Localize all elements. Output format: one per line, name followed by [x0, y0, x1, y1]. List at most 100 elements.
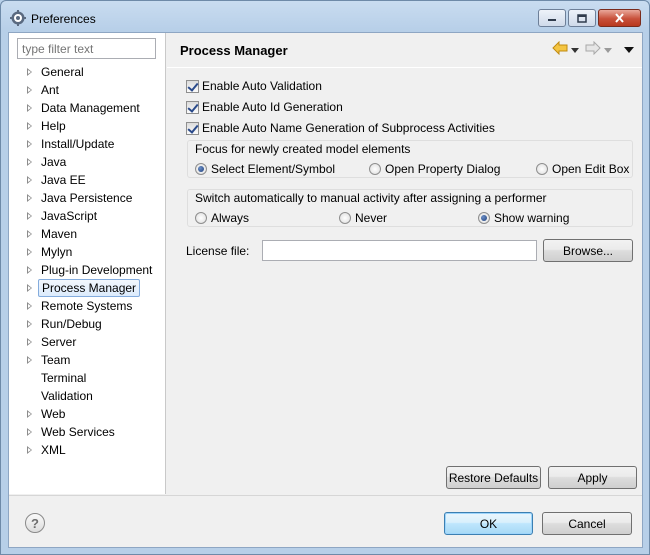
- tree-item[interactable]: Maven: [9, 225, 166, 243]
- tree-item-label: Server: [41, 335, 77, 349]
- filter-input[interactable]: [17, 38, 156, 59]
- tree-item[interactable]: General: [9, 63, 166, 81]
- show-warning-radio[interactable]: [478, 212, 490, 224]
- auto-validation-option[interactable]: Enable Auto Validation: [186, 78, 322, 94]
- tree-item[interactable]: Server: [9, 333, 166, 351]
- forward-dropdown-icon[interactable]: [604, 47, 612, 53]
- tree-item-label: Maven: [41, 227, 78, 241]
- tree-item[interactable]: Help: [9, 117, 166, 135]
- tree-item-label: XML: [41, 443, 66, 457]
- expand-arrow-icon[interactable]: [27, 68, 32, 76]
- tree-item-label: Java Persistence: [41, 191, 133, 205]
- minimize-button[interactable]: [538, 9, 566, 27]
- expand-arrow-icon[interactable]: [27, 410, 32, 418]
- tree-item[interactable]: Terminal: [9, 369, 166, 387]
- auto-id-checkbox[interactable]: [186, 100, 199, 114]
- expand-arrow-icon[interactable]: [27, 320, 32, 328]
- tree-item-label: Remote Systems: [41, 299, 133, 313]
- browse-button[interactable]: Browse...: [543, 239, 633, 262]
- auto-validation-checkbox[interactable]: [186, 79, 199, 93]
- tree-item-label: Team: [41, 353, 71, 367]
- expand-arrow-icon[interactable]: [27, 158, 32, 166]
- expand-arrow-icon[interactable]: [27, 140, 32, 148]
- switch-group: Switch automatically to manual activity …: [187, 189, 633, 227]
- tree-item[interactable]: Plug-in Development: [9, 261, 166, 279]
- tree-item[interactable]: Ant: [9, 81, 166, 99]
- expand-arrow-icon[interactable]: [27, 176, 32, 184]
- expand-arrow-icon[interactable]: [27, 122, 32, 130]
- auto-name-option[interactable]: Enable Auto Name Generation of Subproces…: [186, 120, 495, 136]
- tree-item[interactable]: XML: [9, 441, 166, 459]
- apply-label: Apply: [577, 470, 608, 485]
- expand-arrow-icon[interactable]: [27, 266, 32, 274]
- tree-item[interactable]: Web: [9, 405, 166, 423]
- tree-item[interactable]: Team: [9, 351, 166, 369]
- expand-arrow-icon[interactable]: [27, 230, 32, 238]
- tree-item-label: Help: [41, 119, 66, 133]
- auto-name-label: Enable Auto Name Generation of Subproces…: [202, 121, 495, 135]
- tree-item-label: Terminal: [41, 371, 87, 385]
- back-arrow-icon[interactable]: [552, 40, 568, 59]
- edit-box-radio[interactable]: [536, 163, 548, 175]
- auto-name-checkbox[interactable]: [186, 121, 199, 135]
- apply-button[interactable]: Apply: [548, 466, 637, 489]
- close-button[interactable]: [598, 9, 641, 27]
- switch-option-never[interactable]: Never: [339, 210, 387, 226]
- tree-item[interactable]: Java EE: [9, 171, 166, 189]
- focus-option-select-element[interactable]: Select Element/Symbol: [195, 161, 335, 177]
- select-element-radio[interactable]: [195, 163, 207, 175]
- expand-arrow-icon[interactable]: [27, 212, 32, 220]
- back-dropdown-icon[interactable]: [571, 47, 579, 53]
- cancel-label: Cancel: [568, 516, 606, 531]
- view-menu-icon[interactable]: [624, 47, 634, 53]
- expand-arrow-icon[interactable]: [27, 428, 32, 436]
- cancel-button[interactable]: Cancel: [542, 512, 632, 535]
- show-warning-label: Show warning: [494, 211, 570, 225]
- focus-option-edit-box[interactable]: Open Edit Box: [536, 161, 629, 177]
- tree-item[interactable]: Process Manager: [9, 279, 166, 297]
- switch-option-show-warning[interactable]: Show warning: [478, 210, 569, 226]
- tree-item[interactable]: Web Services: [9, 423, 166, 441]
- focus-option-property-dialog[interactable]: Open Property Dialog: [369, 161, 500, 177]
- maximize-button[interactable]: [568, 9, 596, 27]
- tree-item-label: Mylyn: [41, 245, 73, 259]
- help-icon[interactable]: ?: [25, 513, 45, 533]
- page-title: Process Manager: [180, 43, 288, 58]
- switch-option-always[interactable]: Always: [195, 210, 249, 226]
- expand-arrow-icon[interactable]: [27, 338, 32, 346]
- expand-arrow-icon[interactable]: [27, 248, 32, 256]
- license-file-label: License file:: [186, 244, 250, 258]
- never-radio[interactable]: [339, 212, 351, 224]
- expand-arrow-icon[interactable]: [27, 446, 32, 454]
- restore-defaults-button[interactable]: Restore Defaults: [446, 466, 541, 489]
- expand-arrow-icon[interactable]: [27, 356, 32, 364]
- expand-arrow-icon[interactable]: [27, 194, 32, 202]
- tree-item[interactable]: Data Management: [9, 99, 166, 117]
- tree-item-label: Web Services: [41, 425, 115, 439]
- license-file-input[interactable]: [262, 240, 537, 261]
- tree-item[interactable]: Validation: [9, 387, 166, 405]
- auto-id-option[interactable]: Enable Auto Id Generation: [186, 99, 343, 115]
- tree-item[interactable]: Java: [9, 153, 166, 171]
- ok-button[interactable]: OK: [444, 512, 533, 535]
- expand-arrow-icon[interactable]: [27, 104, 32, 112]
- expand-arrow-icon[interactable]: [27, 302, 32, 310]
- title-bar[interactable]: Preferences: [1, 1, 649, 33]
- always-radio[interactable]: [195, 212, 207, 224]
- tree-item[interactable]: Run/Debug: [9, 315, 166, 333]
- tree-item[interactable]: Install/Update: [9, 135, 166, 153]
- tree-item[interactable]: Remote Systems: [9, 297, 166, 315]
- page-navigation: [552, 40, 634, 59]
- restore-defaults-label: Restore Defaults: [448, 470, 539, 485]
- tree-item[interactable]: JavaScript: [9, 207, 166, 225]
- forward-arrow-icon[interactable]: [585, 40, 601, 59]
- property-dialog-radio[interactable]: [369, 163, 381, 175]
- tree-item[interactable]: Java Persistence: [9, 189, 166, 207]
- tree-item-label: Install/Update: [41, 137, 115, 151]
- expand-arrow-icon[interactable]: [27, 86, 32, 94]
- auto-validation-label: Enable Auto Validation: [202, 79, 322, 93]
- dialog-client-area: General Ant Data Management Help Install/Upd…: [8, 32, 643, 548]
- tree-item[interactable]: Mylyn: [9, 243, 166, 261]
- auto-id-label: Enable Auto Id Generation: [202, 100, 343, 114]
- expand-arrow-icon[interactable]: [27, 284, 32, 292]
